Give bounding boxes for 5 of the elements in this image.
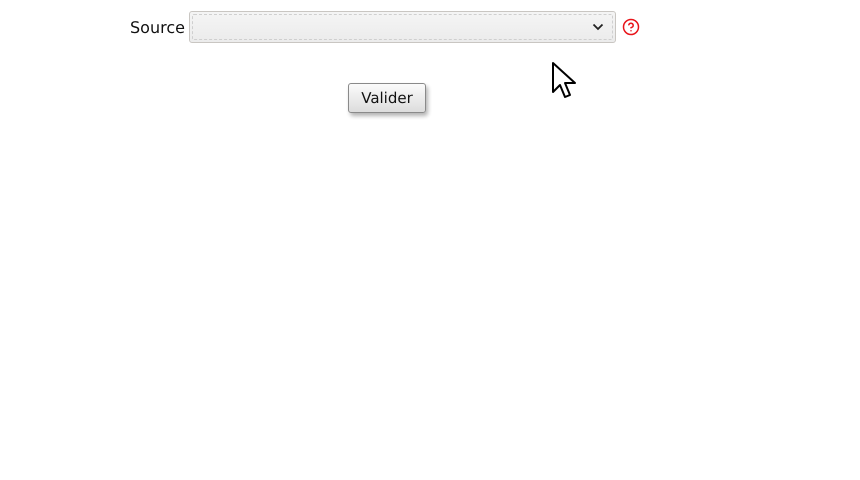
- source-label: Source: [130, 18, 185, 37]
- validate-button[interactable]: Valider: [348, 83, 426, 113]
- cursor-icon: [551, 61, 577, 101]
- chevron-down-icon: [592, 23, 604, 31]
- help-icon[interactable]: [622, 18, 640, 36]
